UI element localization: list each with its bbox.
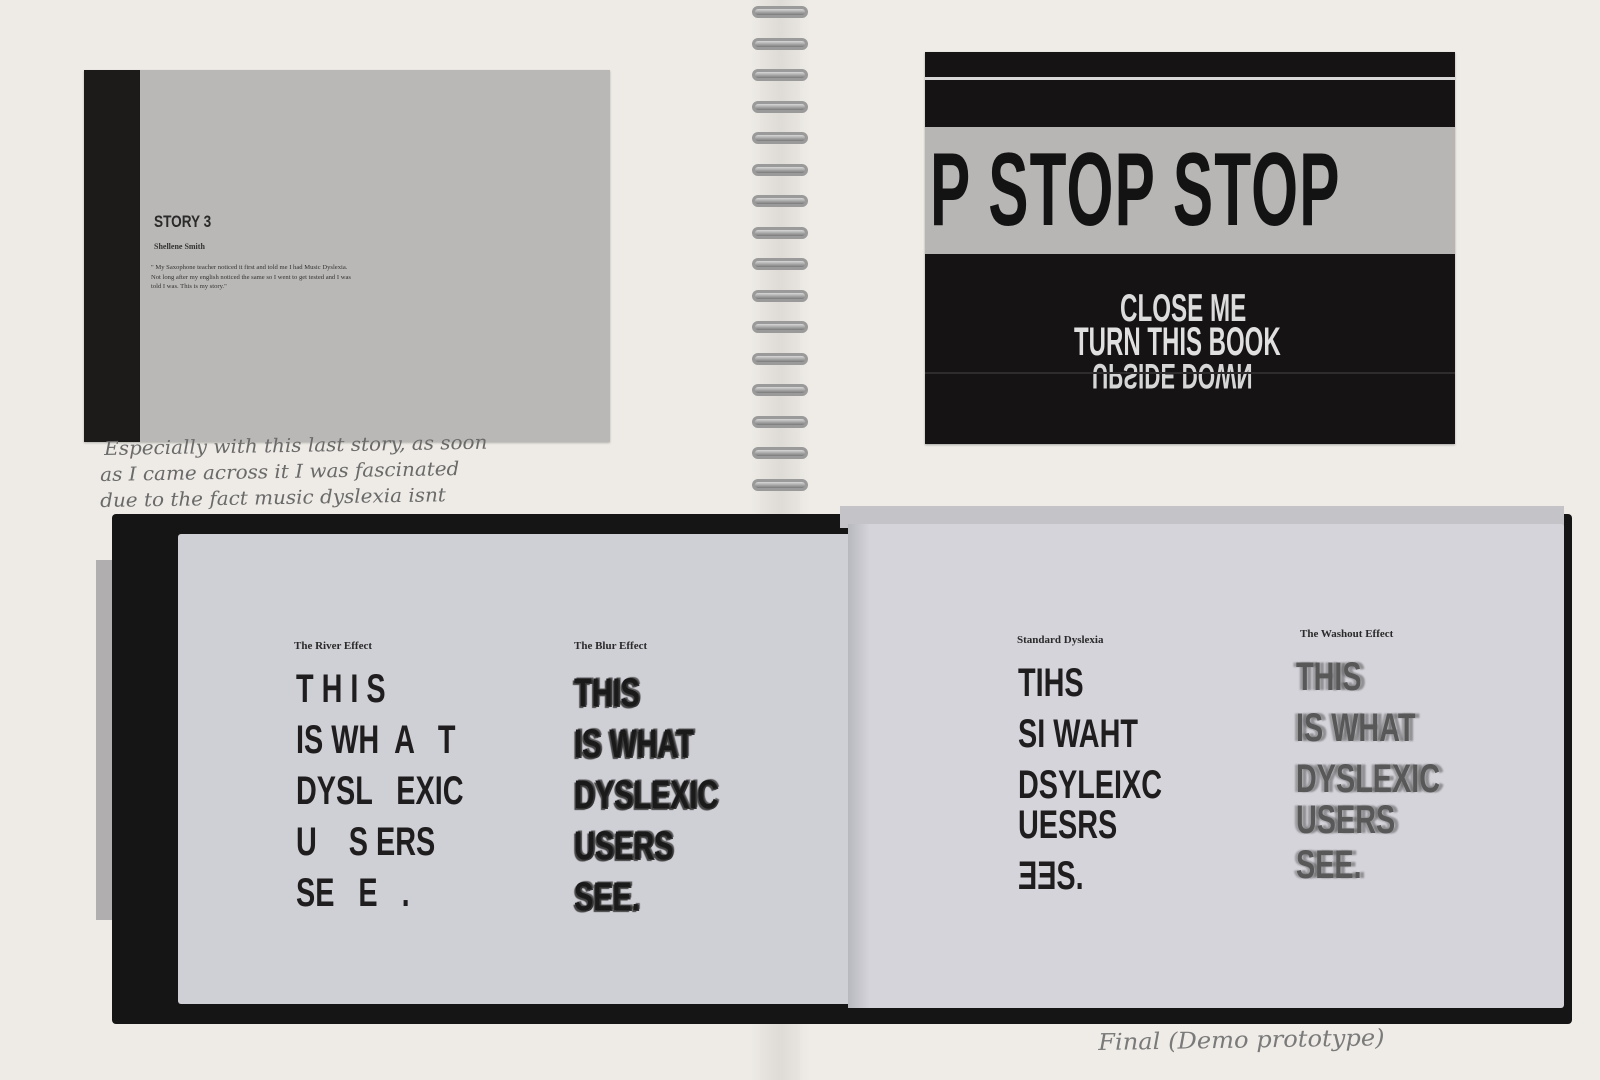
standard-dyslexia-line: SI WAHT — [1018, 712, 1139, 756]
standard-dyslexia-line: TIHS — [1018, 661, 1084, 705]
river-effect-line: DYSL EXIC — [296, 769, 464, 813]
story-author: Shellene Smith — [154, 242, 205, 251]
blur-effect-line: SEE. — [574, 875, 640, 919]
stop-card-fold — [925, 372, 1455, 374]
river-effect-line: T H I S — [296, 667, 386, 711]
blur-effect-line: THIS — [574, 671, 640, 715]
spiral-binding — [748, 0, 812, 520]
spiral-ring — [752, 37, 808, 50]
washout-effect-line: IS WHAT — [1296, 706, 1416, 750]
spiral-ring — [752, 258, 808, 270]
book-spine-shadow — [848, 524, 870, 1008]
book-left-page — [178, 534, 862, 1004]
story-title: STORY 3 — [154, 212, 212, 231]
washout-effect-line: USERS — [1296, 798, 1396, 842]
turn-book-text: TURN THIS BOOK — [1074, 320, 1281, 364]
standard-dyslexia-line: ƎƎS. — [1018, 854, 1084, 898]
blur-effect-line: IS WHAT — [574, 722, 694, 766]
washout-effect-label: The Washout Effect — [1300, 628, 1394, 640]
river-effect-line: U S ERS — [296, 820, 436, 864]
story-card — [84, 70, 610, 442]
spiral-ring — [752, 132, 808, 144]
final-handwritten-note: Final (Demo prototype) — [1098, 1025, 1385, 1056]
spiral-ring — [752, 321, 808, 333]
spiral-ring — [752, 289, 808, 302]
river-effect-line: IS WH A T — [296, 718, 456, 762]
spiral-ring — [752, 163, 808, 176]
blur-effect-line: DYSLEXIC — [574, 773, 719, 817]
spiral-ring — [752, 415, 808, 428]
washout-effect-line: THIS — [1296, 655, 1362, 699]
spiral-ring — [752, 447, 808, 459]
washout-effect-line: SEE. — [1296, 843, 1362, 887]
spiral-ring — [752, 69, 808, 81]
story-quote: " My Saxophone teacher noticed it first … — [151, 264, 351, 290]
blur-effect-line: USERS — [574, 824, 674, 868]
stop-text: P STOP STOP — [930, 132, 1341, 248]
book-right-page — [860, 524, 1564, 1008]
spiral-ring — [752, 226, 808, 239]
upside-down-text: UPSIDE DOWN — [1092, 361, 1253, 391]
river-effect-line: SE E . — [296, 871, 410, 915]
story-card-dark-strip — [84, 70, 140, 442]
spiral-ring — [752, 6, 808, 18]
spiral-ring — [752, 195, 808, 207]
spiral-ring — [752, 352, 808, 365]
standard-dyslexia-label: Standard Dyslexia — [1017, 634, 1104, 646]
standard-dyslexia-line: UESRS — [1018, 803, 1118, 847]
stop-card-line — [925, 77, 1455, 80]
spiral-ring — [752, 100, 808, 113]
spiral-ring — [752, 384, 808, 396]
spiral-ring — [752, 478, 808, 491]
blur-effect-label: The Blur Effect — [574, 640, 648, 652]
river-effect-label: The River Effect — [294, 640, 372, 652]
